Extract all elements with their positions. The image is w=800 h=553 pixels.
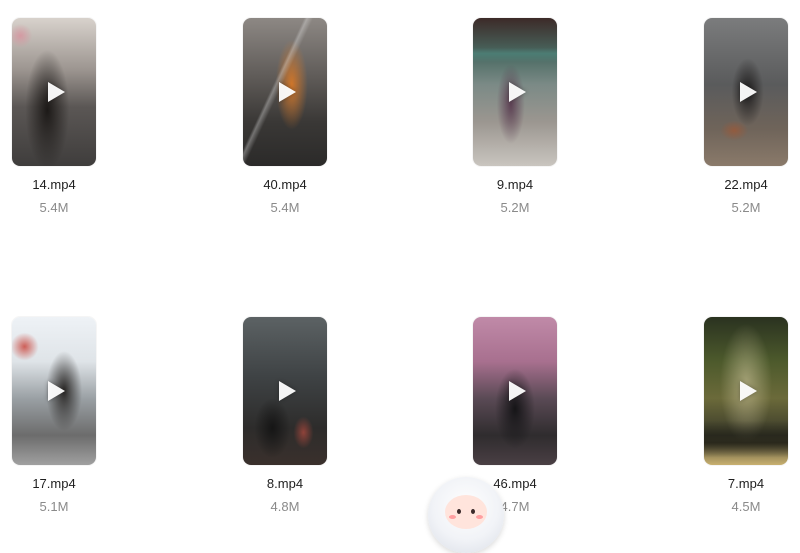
play-icon (740, 381, 757, 401)
assistant-cheek (449, 515, 456, 519)
video-thumbnail[interactable] (12, 317, 96, 465)
video-thumbnail[interactable] (473, 317, 557, 465)
file-size: 4.8M (270, 499, 300, 514)
file-size: 5.1M (39, 499, 69, 514)
file-card-7[interactable]: 7.mp4 4.5M (676, 317, 800, 537)
assistant-avatar-icon[interactable] (428, 477, 504, 553)
play-icon (279, 381, 296, 401)
play-icon (740, 82, 757, 102)
file-size: 5.2M (731, 200, 761, 215)
assistant-face (445, 495, 487, 529)
play-icon (509, 381, 526, 401)
file-size: 5.4M (270, 200, 300, 215)
video-thumbnail[interactable] (12, 18, 96, 166)
file-card-9[interactable]: 9.mp4 5.2M (445, 18, 585, 238)
video-thumbnail[interactable] (704, 317, 788, 465)
play-icon (48, 381, 65, 401)
assistant-eye (471, 509, 475, 514)
video-thumbnail[interactable] (243, 317, 327, 465)
file-size: 5.4M (39, 200, 69, 215)
file-name: 14.mp4 (32, 177, 76, 192)
file-name: 40.mp4 (263, 177, 307, 192)
video-thumbnail[interactable] (704, 18, 788, 166)
file-name: 8.mp4 (266, 476, 304, 491)
file-card-14[interactable]: 14.mp4 5.4M (0, 18, 124, 238)
play-icon (509, 82, 526, 102)
file-card-40[interactable]: 40.mp4 5.4M (215, 18, 355, 238)
file-size: 5.2M (500, 200, 530, 215)
file-card-8[interactable]: 8.mp4 4.8M (215, 317, 355, 537)
file-name: 22.mp4 (724, 177, 768, 192)
file-card-22[interactable]: 22.mp4 5.2M (676, 18, 800, 238)
file-name: 17.mp4 (32, 476, 76, 491)
file-grid: 14.mp4 5.4M 40.mp4 5.4M 9.mp4 5.2M 22.mp… (0, 0, 800, 528)
file-name: 9.mp4 (496, 177, 534, 192)
play-icon (279, 82, 296, 102)
file-name: 7.mp4 (727, 476, 765, 491)
play-icon (48, 82, 65, 102)
video-thumbnail[interactable] (243, 18, 327, 166)
file-size: 4.5M (731, 499, 761, 514)
assistant-eye (457, 509, 461, 514)
assistant-cheek (476, 515, 483, 519)
video-thumbnail[interactable] (473, 18, 557, 166)
file-card-17[interactable]: 17.mp4 5.1M (0, 317, 124, 537)
